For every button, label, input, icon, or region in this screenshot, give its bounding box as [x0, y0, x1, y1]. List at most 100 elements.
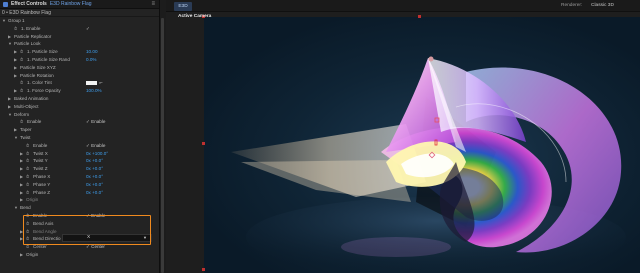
triangle-right-icon[interactable]: ▶ — [8, 103, 11, 111]
property-row[interactable]: ▶ ⏱ Twist Y 0x +0.0° — [0, 157, 159, 165]
property-row[interactable]: ▼ Particle Look — [0, 40, 159, 48]
stopwatch-icon[interactable]: ⏱ — [26, 243, 29, 251]
property-row[interactable]: ⏱ Enable ✓ Enable — [0, 212, 159, 220]
property-row[interactable]: ▶ Baked Animation — [0, 95, 159, 103]
triangle-right-icon[interactable]: ▶ — [14, 56, 17, 64]
triangle-down-icon[interactable]: ▼ — [14, 134, 18, 142]
property-row[interactable]: ▶ ⏱ Twist X 0x +100.0° — [0, 150, 159, 158]
property-value[interactable]: 0x +0.0° — [86, 165, 103, 173]
triangle-right-icon[interactable]: ▶ — [20, 235, 23, 243]
stopwatch-icon[interactable]: ⏱ — [20, 56, 23, 64]
stopwatch-icon[interactable]: ⏱ — [20, 118, 23, 126]
triangle-down-icon[interactable]: ▼ — [8, 111, 12, 119]
triangle-right-icon[interactable]: ▶ — [20, 165, 23, 173]
effect-controls-scrollbar[interactable] — [161, 18, 164, 273]
bend-axis-dropdown[interactable]: X ▼ — [62, 234, 152, 242]
triangle-right-icon[interactable]: ▶ — [20, 181, 23, 189]
property-value[interactable]: 10.00 — [86, 48, 98, 56]
triangle-right-icon[interactable]: ▶ — [20, 196, 23, 204]
property-row[interactable]: ▶ ⏱ 1. Particle Size Rand 0.0% — [0, 56, 159, 64]
stopwatch-icon[interactable]: ⏱ — [26, 228, 29, 236]
property-row[interactable]: ▶ ⏱ Twist Z 0x +0.0° — [0, 165, 159, 173]
property-value[interactable]: 0x +100.0° — [86, 150, 108, 158]
frame-handle[interactable] — [202, 142, 205, 145]
effect-controls-tab-title[interactable]: Effect Controls — [11, 1, 47, 7]
property-row[interactable]: ▼ Group 1 — [0, 17, 159, 25]
property-row[interactable]: ▶ ⏱ Phase X 0x +0.0° — [0, 173, 159, 181]
stopwatch-icon[interactable]: ⏱ — [26, 157, 29, 165]
property-row[interactable]: ▶ Origin — [0, 251, 159, 259]
property-row[interactable]: ▶ Multi-Object — [0, 103, 159, 111]
frame-handle[interactable] — [418, 15, 421, 18]
stopwatch-icon[interactable]: ⏱ — [26, 220, 29, 228]
eyedropper-icon[interactable]: ⟜ — [99, 79, 103, 87]
property-row[interactable]: ▶ Particle Rotation — [0, 72, 159, 80]
stopwatch-icon[interactable]: ⏱ — [26, 142, 29, 150]
property-value[interactable]: ✓ — [86, 25, 90, 33]
property-value[interactable]: ✓ Center — [86, 243, 105, 251]
stopwatch-icon[interactable]: ⏱ — [20, 48, 23, 56]
stopwatch-icon[interactable]: ⏱ — [26, 181, 29, 189]
triangle-right-icon[interactable]: ▶ — [14, 64, 17, 72]
triangle-right-icon[interactable]: ▶ — [20, 189, 23, 197]
composition-tab[interactable]: E3D — [174, 2, 192, 11]
triangle-down-icon[interactable]: ▼ — [8, 40, 12, 48]
property-value[interactable]: 0x +0.0° — [86, 181, 103, 189]
property-row[interactable]: ▼ Deform — [0, 111, 159, 119]
triangle-right-icon[interactable]: ▶ — [20, 251, 23, 259]
stopwatch-icon[interactable]: ⏱ — [14, 25, 17, 33]
property-row[interactable]: ▶ Particle Size XYZ — [0, 64, 159, 72]
renderer-value[interactable]: Classic 3D — [591, 0, 614, 12]
stopwatch-icon[interactable]: ⏱ — [26, 189, 29, 197]
triangle-right-icon[interactable]: ▶ — [8, 95, 11, 103]
scrollbar-thumb[interactable] — [161, 18, 164, 273]
panel-menu-icon[interactable]: ≡ — [151, 1, 155, 7]
property-row[interactable]: ▼ Bend — [0, 204, 159, 212]
triangle-down-icon[interactable]: ▼ — [2, 17, 6, 25]
property-row[interactable]: ▶ ⏱ 1. Force Opacity 100.0% — [0, 87, 159, 95]
triangle-right-icon[interactable]: ▶ — [20, 228, 23, 236]
stopwatch-icon[interactable]: ⏱ — [20, 87, 23, 95]
property-value[interactable]: 100.0% — [86, 87, 102, 95]
triangle-right-icon[interactable]: ▶ — [14, 87, 17, 95]
triangle-right-icon[interactable]: ▶ — [20, 150, 23, 158]
triangle-right-icon[interactable]: ▶ — [20, 173, 23, 181]
stopwatch-icon[interactable]: ⏱ — [26, 165, 29, 173]
property-row[interactable]: ▶ ⏱ Phase Y 0x +0.0° — [0, 181, 159, 189]
property-value[interactable]: 0x +0.0° — [86, 157, 103, 165]
triangle-right-icon[interactable]: ▶ — [20, 157, 23, 165]
stopwatch-icon[interactable]: ⏱ — [26, 173, 29, 181]
property-value[interactable]: 0x +0.0° — [86, 173, 103, 181]
property-row[interactable]: ⏱ Enable ✓ Enable — [0, 118, 159, 126]
property-value[interactable]: ✓ Enable — [86, 118, 105, 126]
property-value[interactable]: 0.0% — [86, 56, 96, 64]
stopwatch-icon[interactable]: ⏱ — [26, 212, 29, 220]
property-value[interactable]: ✓ Enable — [86, 212, 105, 220]
anchor-point-handle[interactable] — [428, 56, 434, 62]
stopwatch-icon[interactable]: ⏱ — [26, 235, 29, 243]
property-row[interactable]: ▶ Origin — [0, 196, 159, 204]
triangle-right-icon[interactable]: ▶ — [8, 33, 11, 41]
property-value[interactable]: 0x +0.0° — [86, 189, 103, 197]
composition-viewer[interactable] — [166, 12, 640, 273]
property-row[interactable]: ⏱ Enable ✓ Enable — [0, 142, 159, 150]
property-row[interactable]: ▶ Taper — [0, 126, 159, 134]
stopwatch-icon[interactable]: ⏱ — [20, 79, 23, 87]
color-swatch[interactable] — [86, 81, 97, 86]
triangle-right-icon[interactable]: ▶ — [14, 48, 17, 56]
triangle-right-icon[interactable]: ▶ — [14, 72, 17, 80]
property-row[interactable]: ▶ ⏱ 1. Particle Size 10.00 — [0, 48, 159, 56]
property-row[interactable]: ▶ ⏱ Phase Z 0x +0.0° — [0, 189, 159, 197]
property-row[interactable]: ▼ Twist — [0, 134, 159, 142]
triangle-right-icon[interactable]: ▶ — [14, 126, 17, 134]
reflection-glow — [341, 237, 451, 257]
frame-handle[interactable] — [202, 268, 205, 271]
property-row[interactable]: ⏱ Bend Axis — [0, 220, 159, 228]
property-row[interactable]: ⏱ 1. Enable ✓ — [0, 25, 159, 33]
property-value[interactable]: ✓ Enable — [86, 142, 105, 150]
property-row[interactable]: ▶ Particle Replicator — [0, 33, 159, 41]
triangle-down-icon[interactable]: ▼ — [14, 204, 18, 212]
stopwatch-icon[interactable]: ⏱ — [26, 150, 29, 158]
property-row[interactable]: ⏱ 1. Color Tint ⟜ — [0, 79, 159, 87]
property-row[interactable]: ⏱ Center ✓ Center — [0, 243, 159, 251]
